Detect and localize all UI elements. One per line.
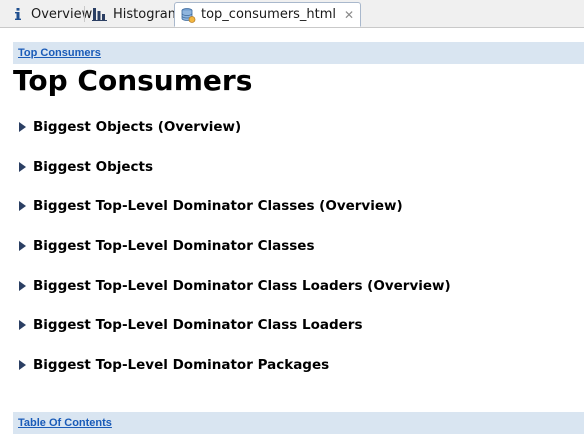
section-label: Biggest Top-Level Dominator Packages (33, 357, 330, 373)
section-label: Biggest Objects (Overview) (33, 119, 242, 135)
expand-arrow-icon (17, 240, 27, 252)
section-label: Biggest Objects (33, 159, 154, 175)
database-icon (180, 7, 196, 23)
table-of-contents-bar: Table Of Contents (13, 412, 584, 434)
section-label: Biggest Top-Level Dominator Classes (Ove… (33, 198, 403, 214)
section-dominator-class-loaders-overview[interactable]: Biggest Top-Level Dominator Class Loader… (17, 277, 451, 295)
tab-top-consumers-html[interactable]: top_consumers_html ✕ (174, 2, 362, 27)
section-label: Biggest Top-Level Dominator Class Loader… (33, 278, 451, 294)
table-of-contents-link[interactable]: Table Of Contents (18, 417, 112, 429)
expand-arrow-icon (17, 121, 27, 133)
tab-label: top_consumers_html (201, 7, 337, 22)
section-dominator-class-loaders[interactable]: Biggest Top-Level Dominator Class Loader… (17, 316, 362, 334)
breadcrumb: Top Consumers (13, 42, 584, 64)
expand-arrow-icon (17, 161, 27, 173)
expand-arrow-icon (17, 319, 27, 331)
expand-arrow-icon (17, 280, 27, 292)
tab-label: Histogram (113, 6, 181, 22)
page-title: Top Consumers (13, 64, 253, 97)
breadcrumb-link-top-consumers[interactable]: Top Consumers (18, 47, 101, 59)
histogram-icon (92, 6, 108, 22)
info-icon (10, 6, 26, 22)
expand-arrow-icon (17, 359, 27, 371)
tab-histogram[interactable]: Histogram (82, 2, 186, 26)
section-biggest-objects[interactable]: Biggest Objects (17, 158, 153, 176)
section-dominator-classes-overview[interactable]: Biggest Top-Level Dominator Classes (Ove… (17, 197, 403, 215)
section-dominator-classes[interactable]: Biggest Top-Level Dominator Classes (17, 237, 314, 255)
section-biggest-objects-overview[interactable]: Biggest Objects (Overview) (17, 118, 241, 136)
section-label: Biggest Top-Level Dominator Classes (33, 238, 315, 254)
close-icon[interactable]: ✕ (344, 9, 354, 21)
section-label: Biggest Top-Level Dominator Class Loader… (33, 317, 363, 333)
report-content: Top Consumers Top Consumers Biggest Obje… (0, 28, 584, 441)
expand-arrow-icon (17, 200, 27, 212)
editor-tab-bar: Overview Histogram top_consumers_html ✕ (0, 0, 584, 28)
section-dominator-packages[interactable]: Biggest Top-Level Dominator Packages (17, 356, 329, 374)
